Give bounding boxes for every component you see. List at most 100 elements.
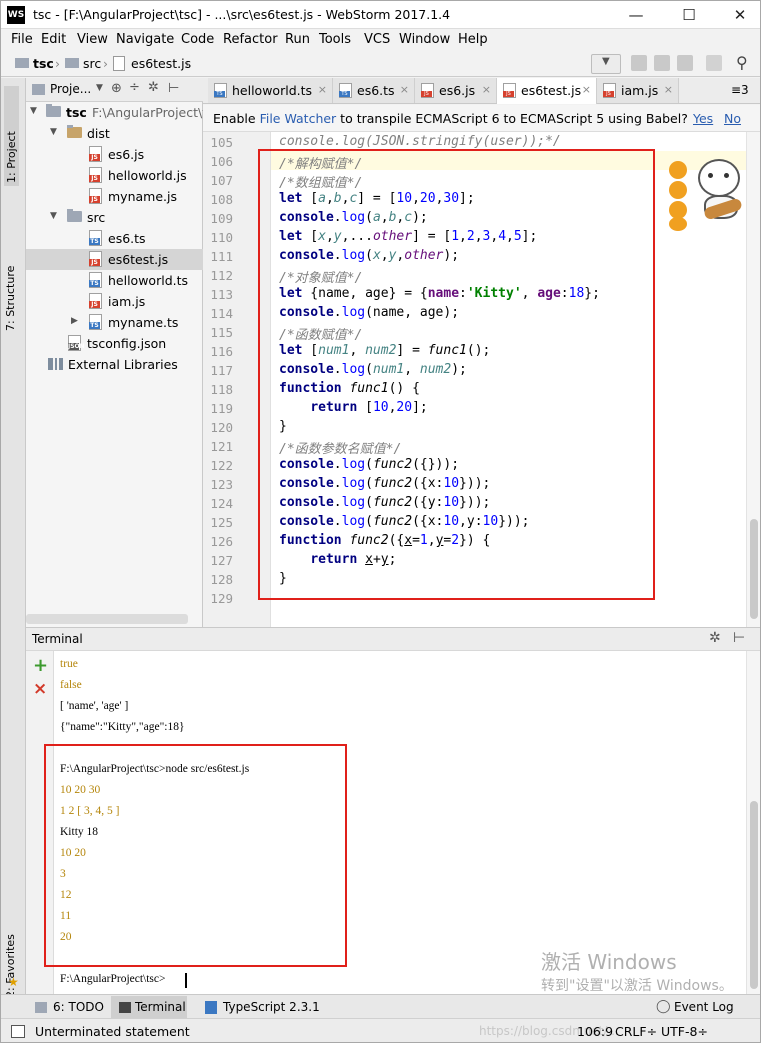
run-config-dropdown[interactable]: ▼ [591, 54, 621, 74]
tree-item-es6-js[interactable]: JS es6.js [26, 144, 203, 165]
terminal-cursor [185, 973, 187, 988]
expand-arrow-icon[interactable]: ▼ [50, 211, 57, 221]
editor-vertical-scrollbar[interactable] [746, 132, 760, 627]
tree-item-es6test-js[interactable]: JS es6test.js [26, 249, 203, 270]
new-session-icon[interactable]: + [33, 655, 48, 676]
menu-refactor[interactable]: Refactor [223, 32, 278, 47]
scroll-thumb[interactable] [750, 801, 758, 989]
close-icon[interactable]: × [582, 83, 591, 96]
tool-terminal[interactable]: Terminal [135, 1000, 186, 1014]
menu-navigate[interactable]: Navigate [116, 32, 174, 47]
search-icon[interactable]: ⚲ [736, 53, 748, 72]
file-encoding[interactable]: UTF-8÷ [661, 1024, 708, 1039]
status-message: Unterminated statement [35, 1024, 190, 1039]
expand-arrow-icon[interactable]: ▼ [30, 106, 37, 116]
tree-item-helloworld-js[interactable]: JS helloworld.js [26, 165, 203, 186]
menu-edit[interactable]: Edit [41, 32, 66, 47]
tree-item-helloworld-ts[interactable]: TS helloworld.ts [26, 270, 203, 291]
line-number: 111 [210, 249, 233, 264]
close-icon[interactable]: × [664, 83, 673, 96]
settings-icon[interactable]: ÷ [129, 80, 140, 95]
line-separator[interactable]: CRLF÷ [615, 1024, 657, 1039]
close-icon[interactable]: ✕ [727, 5, 753, 25]
folder-icon [46, 104, 61, 117]
tab-es6-js[interactable]: JS es6.js × [415, 78, 497, 103]
tree-item-myname-ts[interactable]: ▶ TS myname.ts [26, 312, 203, 333]
minimize-icon[interactable]: — [623, 5, 649, 25]
scroll-thumb[interactable] [750, 519, 758, 619]
caret-position[interactable]: 106:9 [577, 1024, 613, 1039]
tool-typescript[interactable]: TypeScript 2.3.1 [223, 1000, 320, 1014]
tree-item-iam-js[interactable]: JS iam.js [26, 291, 203, 312]
status-toggle-icon[interactable] [11, 1025, 25, 1038]
breadcrumb-file[interactable]: es6test.js [131, 56, 191, 71]
file-watcher-notification: Enable File Watcher to transpile ECMAScr… [203, 105, 760, 132]
tab-es6-ts[interactable]: TS es6.ts × [333, 78, 415, 103]
close-session-icon[interactable]: × [33, 679, 47, 699]
menu-vcs[interactable]: VCS [364, 32, 390, 47]
hide-icon[interactable]: ⊢ [168, 81, 179, 96]
folder-icon [67, 209, 82, 222]
tree-item-src[interactable]: ▼ src [26, 207, 203, 228]
expand-arrow-icon[interactable]: ▶ [71, 316, 78, 326]
notification-text-suffix: to transpile ECMAScript 6 to ECMAScript … [336, 111, 688, 126]
close-icon[interactable]: × [400, 83, 409, 96]
file-watcher-link[interactable]: File Watcher [260, 111, 337, 126]
notification-text: Enable File Watcher to transpile ECMAScr… [213, 111, 688, 126]
no-link[interactable]: No [724, 111, 741, 126]
terminal-scrollbar[interactable] [746, 651, 760, 994]
tab-helloworld-ts[interactable]: TS helloworld.ts × [208, 78, 333, 103]
gear-icon[interactable]: ✲ [709, 630, 721, 646]
project-view-icon [32, 84, 45, 95]
coverage-icon[interactable] [677, 55, 693, 71]
js-file-icon: JS [503, 83, 516, 98]
close-icon[interactable]: × [482, 83, 491, 96]
tab-project-tool[interactable]: 1: Project [4, 86, 19, 186]
stop-icon[interactable] [706, 55, 722, 71]
more-tabs-button[interactable]: ≡3 [731, 83, 749, 97]
close-icon[interactable]: × [318, 83, 327, 96]
line-number: 116 [210, 344, 233, 359]
ts-file-icon: TS [89, 314, 102, 330]
tab-es6test-js[interactable]: JS es6test.js × [497, 78, 597, 104]
tool-event-log[interactable]: Event Log [674, 1000, 734, 1014]
maximize-icon[interactable]: ☐ [676, 5, 702, 25]
line-number: 120 [210, 420, 233, 435]
chevron-down-icon[interactable]: ▼ [96, 83, 103, 93]
tab-structure-tool[interactable]: 7: Structure [4, 246, 17, 331]
project-view-selector[interactable]: Proje... [50, 82, 91, 96]
breadcrumb-separator-icon: › [55, 56, 60, 71]
menu-run[interactable]: Run [285, 32, 310, 47]
tree-item-external-libraries[interactable]: External Libraries [26, 354, 203, 375]
hide-panel-icon[interactable]: ⊢ [733, 630, 745, 646]
menu-view[interactable]: View [77, 32, 108, 47]
line-number: 105 [210, 135, 233, 150]
tree-item-tsconfig[interactable]: JSON tsconfig.json [26, 333, 203, 354]
tree-horizontal-scrollbar[interactable] [26, 614, 188, 624]
line-number: 129 [210, 591, 233, 606]
tree-item-dist[interactable]: ▼ dist [26, 123, 203, 144]
debug-icon[interactable] [654, 55, 670, 71]
terminal-line: [ 'name', 'age' ] [60, 700, 129, 712]
window-title: tsc - [F:\AngularProject\tsc] - ...\src\… [33, 7, 451, 22]
tool-todo[interactable]: 6: TODO [53, 1000, 104, 1014]
expand-arrow-icon[interactable]: ▼ [50, 127, 57, 137]
breadcrumb-src[interactable]: src [83, 56, 101, 71]
menu-code[interactable]: Code [181, 32, 214, 47]
yes-link[interactable]: Yes [693, 111, 713, 126]
menu-help[interactable]: Help [458, 32, 488, 47]
gear-icon[interactable]: ✲ [148, 80, 159, 95]
folder-icon [65, 58, 79, 68]
sync-icon[interactable]: ⊕ [111, 81, 122, 96]
menu-file[interactable]: File [11, 32, 33, 47]
tree-item-myname-js[interactable]: JS myname.js [26, 186, 203, 207]
breadcrumb-project[interactable]: tsc [33, 56, 54, 71]
run-icon[interactable] [631, 55, 647, 71]
tree-item-es6-ts[interactable]: TS es6.ts [26, 228, 203, 249]
line-number: 125 [210, 515, 233, 530]
tab-iam-js[interactable]: JS iam.js × [597, 78, 679, 103]
menu-window[interactable]: Window [399, 32, 450, 47]
tree-item-label: es6.ts [108, 231, 146, 246]
menu-tools[interactable]: Tools [319, 32, 351, 47]
tree-item-root[interactable]: ▼ tsc F:\AngularProject\t [26, 102, 207, 123]
